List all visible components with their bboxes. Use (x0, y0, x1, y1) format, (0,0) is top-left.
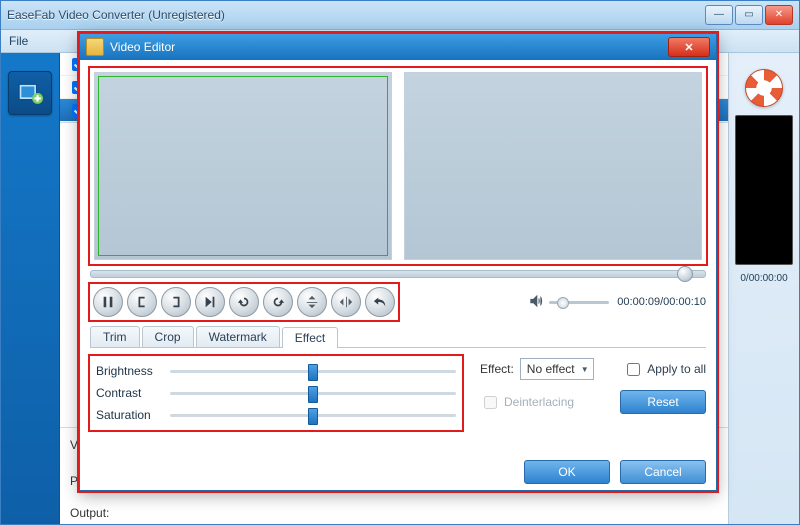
minimize-button[interactable]: — (705, 5, 733, 25)
time-display: 00:00:09/00:00:10 (617, 296, 706, 308)
apply-all-checkbox[interactable]: Apply to all (623, 360, 706, 379)
app-title: EaseFab Video Converter (Unregistered) (7, 8, 705, 22)
volume-control[interactable] (529, 294, 609, 311)
undo-button[interactable] (365, 287, 395, 317)
tab-watermark[interactable]: Watermark (196, 326, 280, 347)
editor-titlebar: Video Editor ✕ (80, 34, 716, 60)
volume-slider[interactable] (549, 301, 609, 304)
flip-vertical-button[interactable] (297, 287, 327, 317)
menu-file[interactable]: File (9, 34, 28, 48)
saturation-slider[interactable] (170, 414, 456, 417)
editor-title-icon (86, 38, 104, 56)
apply-all-label: Apply to all (647, 362, 706, 376)
effect-label: Effect: (480, 362, 514, 376)
brightness-label: Brightness (96, 364, 170, 378)
right-panel: 0/00:00:00 (728, 53, 799, 525)
app-titlebar: EaseFab Video Converter (Unregistered) —… (1, 1, 799, 30)
deinterlacing-label: Deinterlacing (504, 395, 574, 409)
editor-title: Video Editor (110, 40, 668, 54)
contrast-slider[interactable] (170, 392, 456, 395)
effect-sliders: Brightness Contrast Saturation (90, 356, 462, 430)
cancel-button[interactable]: Cancel (620, 460, 706, 484)
pause-button[interactable] (93, 287, 123, 317)
ok-button[interactable]: OK (524, 460, 610, 484)
deinterlacing-checkbox: Deinterlacing (480, 393, 574, 412)
preview-row (90, 68, 706, 264)
original-preview (94, 72, 392, 260)
maximize-button[interactable]: ▭ (735, 5, 763, 25)
effect-select-value: No effect (527, 362, 575, 376)
app-window: EaseFab Video Converter (Unregistered) —… (0, 0, 800, 525)
mark-out-button[interactable] (161, 287, 191, 317)
help-icon[interactable] (745, 69, 783, 107)
brightness-slider[interactable] (170, 370, 456, 373)
deinterlacing-input (484, 396, 497, 409)
transport-buttons (90, 284, 398, 320)
editor-tabs: Trim Crop Watermark Effect (90, 326, 706, 348)
contrast-label: Contrast (96, 386, 170, 400)
mark-in-button[interactable] (127, 287, 157, 317)
volume-icon (529, 294, 543, 311)
tab-trim[interactable]: Trim (90, 326, 140, 347)
video-editor-dialog: Video Editor ✕ (79, 33, 717, 491)
rotate-right-button[interactable] (263, 287, 293, 317)
output-preview (404, 72, 702, 260)
left-toolbar (1, 53, 60, 525)
preview-thumb (735, 115, 793, 265)
tab-crop[interactable]: Crop (142, 326, 194, 347)
add-video-button[interactable] (8, 71, 52, 115)
editor-close-button[interactable]: ✕ (668, 37, 710, 57)
preview-time: 0/00:00:00 (740, 273, 787, 284)
seek-slider[interactable] (90, 270, 706, 278)
tab-effect[interactable]: Effect (282, 327, 338, 348)
saturation-label: Saturation (96, 408, 170, 422)
reset-button[interactable]: Reset (620, 390, 706, 414)
rotate-left-button[interactable] (229, 287, 259, 317)
apply-all-input[interactable] (627, 363, 640, 376)
seek-knob[interactable] (677, 266, 693, 282)
output-label: Output: (70, 506, 109, 520)
close-button[interactable]: ✕ (765, 5, 793, 25)
effect-select[interactable]: No effect (520, 358, 594, 380)
step-end-button[interactable] (195, 287, 225, 317)
flip-horizontal-button[interactable] (331, 287, 361, 317)
